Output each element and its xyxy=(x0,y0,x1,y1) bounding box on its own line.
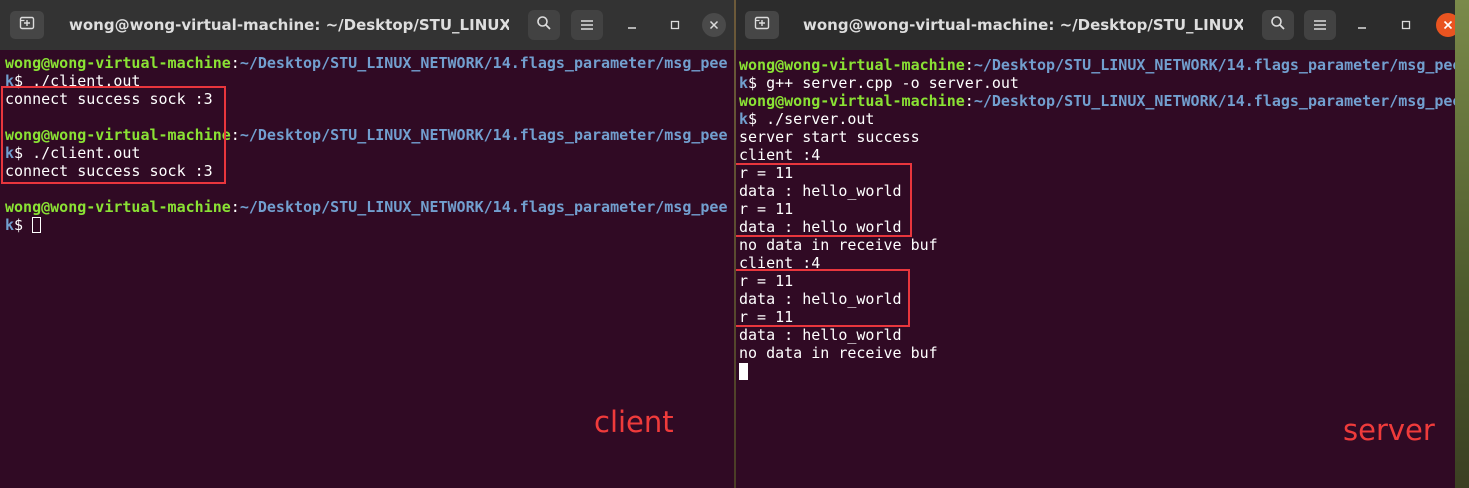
minimize-icon xyxy=(1356,16,1368,35)
maximize-button[interactable] xyxy=(663,13,687,37)
output-line: no data in receive buf xyxy=(739,236,938,254)
prompt-line: wong@wong-virtual-machine:~/Desktop/STU_… xyxy=(5,54,728,72)
new-tab-button[interactable] xyxy=(10,11,44,39)
close-icon xyxy=(708,16,720,35)
new-tab-icon xyxy=(754,15,770,35)
command-line: k$ xyxy=(5,216,42,234)
prompt-line: wong@wong-virtual-machine:~/Desktop/STU_… xyxy=(739,92,1455,110)
maximize-button[interactable] xyxy=(1394,13,1418,37)
maximize-icon xyxy=(669,16,681,35)
minimize-button[interactable] xyxy=(620,13,644,37)
hamburger-menu-icon xyxy=(1313,16,1327,35)
command-line: k$ ./server.out xyxy=(739,110,875,128)
minimize-icon xyxy=(626,16,638,35)
titlebar[interactable]: wong@wong-virtual-machine: ~/Desktop/STU… xyxy=(736,0,1455,50)
menu-button[interactable] xyxy=(571,10,603,40)
search-button[interactable] xyxy=(1262,10,1294,40)
new-tab-icon xyxy=(19,15,35,35)
highlight-box xyxy=(736,163,912,237)
search-icon xyxy=(1270,15,1286,35)
prompt-line: wong@wong-virtual-machine:~/Desktop/STU_… xyxy=(739,56,1455,74)
server-caption: server xyxy=(1343,413,1435,447)
desktop-background-edge xyxy=(1455,0,1469,488)
highlight-box xyxy=(1,86,226,184)
text-cursor xyxy=(739,363,748,380)
search-icon xyxy=(536,15,552,35)
window-title: wong@wong-virtual-machine: ~/Desktop/STU… xyxy=(803,16,1243,34)
close-button[interactable] xyxy=(1436,13,1455,37)
new-tab-button[interactable] xyxy=(745,11,779,39)
maximize-icon xyxy=(1400,16,1412,35)
command-line: k$ g++ server.cpp -o server.out xyxy=(739,74,1019,92)
titlebar[interactable]: wong@wong-virtual-machine: ~/Desktop/STU… xyxy=(0,0,734,50)
hamburger-menu-icon xyxy=(580,16,594,35)
client-terminal-window[interactable]: wong@wong-virtual-machine: ~/Desktop/STU… xyxy=(0,0,734,488)
search-button[interactable] xyxy=(528,10,560,40)
client-caption: client xyxy=(594,405,674,439)
prompt-line: wong@wong-virtual-machine:~/Desktop/STU_… xyxy=(5,198,728,216)
close-icon xyxy=(1442,16,1454,35)
window-title: wong@wong-virtual-machine: ~/Desktop/STU… xyxy=(69,16,509,34)
highlight-box xyxy=(736,269,910,327)
menu-button[interactable] xyxy=(1304,10,1336,40)
text-cursor xyxy=(32,217,42,233)
output-line: server start success xyxy=(739,128,920,146)
close-button[interactable] xyxy=(702,13,726,37)
output-line: data : hello_world xyxy=(739,326,902,344)
server-terminal-window[interactable]: wong@wong-virtual-machine: ~/Desktop/STU… xyxy=(736,0,1455,488)
output-line: client :4 xyxy=(739,146,821,164)
minimize-button[interactable] xyxy=(1350,13,1374,37)
output-line: no data in receive buf xyxy=(739,344,938,362)
